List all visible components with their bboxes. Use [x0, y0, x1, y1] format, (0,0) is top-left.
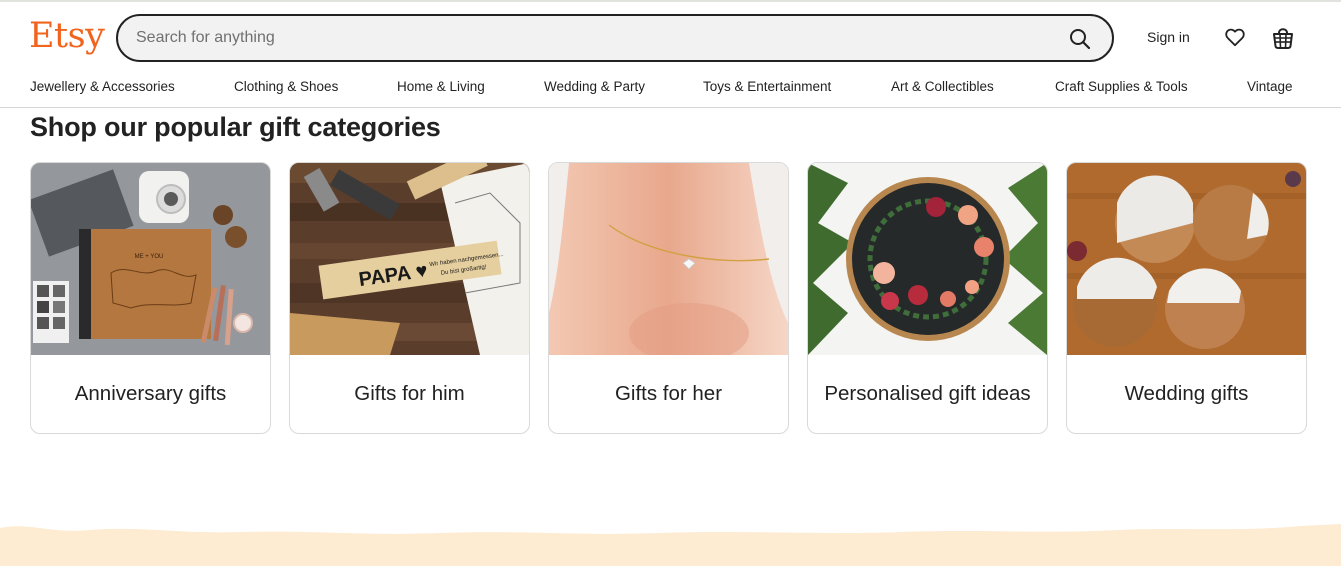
wedding-gifts-image — [1067, 163, 1306, 355]
anniversary-gifts-image: ME + YOU — [31, 163, 270, 355]
category-toys-entertainment[interactable]: Toys & Entertainment — [703, 78, 831, 96]
etsy-logo[interactable]: Etsy — [29, 14, 105, 58]
gift-card-personalised[interactable]: Personalised gift ideas — [807, 162, 1048, 434]
gifts-for-him-image: PAPA ♥ Wir haben nachgemessen... Du bist… — [290, 163, 529, 355]
card-label: Anniversary gifts — [74, 382, 227, 405]
top-border — [0, 0, 1341, 2]
card-label: Gifts for him — [354, 382, 465, 405]
gift-card-wedding[interactable]: Wedding gifts — [1066, 162, 1307, 434]
category-wedding-party[interactable]: Wedding & Party — [544, 78, 645, 96]
search-input[interactable] — [136, 16, 1036, 60]
search-bar[interactable] — [116, 14, 1114, 62]
gift-card-for-him[interactable]: PAPA ♥ Wir haben nachgemessen... Du bist… — [289, 162, 530, 434]
card-label: Personalised gift ideas — [824, 382, 1031, 405]
card-label: Gifts for her — [614, 382, 723, 405]
gifts-for-her-image — [549, 163, 788, 355]
gift-card-anniversary[interactable]: ME + YOU Anniversary gifts — [30, 162, 271, 434]
category-nav: Jewellery & Accessories Clothing & Shoes… — [0, 74, 1341, 108]
category-clothing-shoes[interactable]: Clothing & Shoes — [234, 78, 338, 96]
section-title: Shop our popular gift categories — [30, 112, 441, 142]
heart-icon[interactable] — [1224, 26, 1246, 48]
personalised-gifts-image — [808, 163, 1047, 355]
category-home-living[interactable]: Home & Living — [397, 78, 485, 96]
search-icon[interactable] — [1068, 27, 1092, 51]
category-art-collectibles[interactable]: Art & Collectibles — [891, 78, 994, 96]
svg-text:ME + YOU: ME + YOU — [135, 254, 164, 260]
footer-band — [0, 524, 1341, 566]
basket-icon[interactable] — [1271, 24, 1295, 50]
card-label: Wedding gifts — [1124, 382, 1249, 405]
category-vintage[interactable]: Vintage — [1247, 78, 1293, 96]
category-jewellery-accessories[interactable]: Jewellery & Accessories — [30, 78, 175, 96]
category-craft-supplies-tools[interactable]: Craft Supplies & Tools — [1055, 78, 1188, 96]
gift-card-for-her[interactable]: Gifts for her — [548, 162, 789, 434]
sign-in-link[interactable]: Sign in — [1147, 28, 1190, 46]
